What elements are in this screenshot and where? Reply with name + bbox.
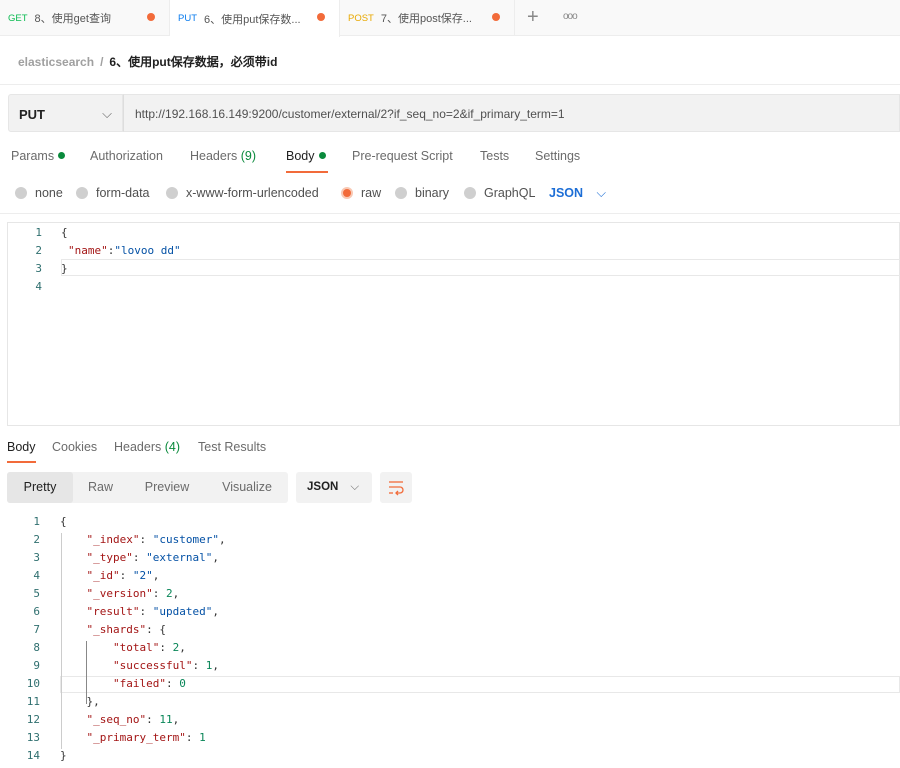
- code-line: "_primary_term": 1: [86, 731, 206, 744]
- tab-headers[interactable]: Headers (9): [190, 149, 256, 163]
- code-line: "_id": "2",: [86, 569, 160, 582]
- code-line: "result": "updated",: [86, 605, 219, 618]
- line-number: 2: [33, 533, 40, 546]
- line-number: 14: [26, 749, 40, 762]
- radio-none[interactable]: none: [15, 186, 63, 200]
- code-line: }: [60, 749, 67, 762]
- code-line: "failed": 0: [112, 677, 186, 690]
- line-number: 4: [35, 280, 42, 293]
- active-tab-indicator: [286, 171, 328, 173]
- wrap-icon: [389, 481, 404, 496]
- unsaved-dot-icon: [147, 13, 155, 21]
- code-line: "_shards": {: [86, 623, 166, 636]
- tab-title: 8、使用get查询: [34, 13, 111, 25]
- divider: [0, 84, 900, 85]
- breadcrumb-separator: /: [100, 55, 104, 69]
- body-language-select[interactable]: JSON ⌵: [549, 186, 606, 201]
- line-number: 2: [35, 244, 42, 257]
- code-line: }: [61, 262, 68, 275]
- active-tab-indicator: [7, 461, 36, 463]
- line-number: 13: [26, 731, 40, 744]
- chevron-down-icon: ⌵: [596, 186, 607, 200]
- line-number: 7: [33, 623, 40, 636]
- line-number: 6: [33, 605, 40, 618]
- unsaved-dot-icon: [317, 13, 325, 21]
- tab-body[interactable]: Body: [286, 149, 326, 163]
- response-view-switcher: Pretty Raw Preview Visualize: [7, 472, 288, 503]
- code-line: "_index": "customer",: [86, 533, 226, 546]
- radio-binary[interactable]: binary: [395, 186, 449, 200]
- line-number: 5: [33, 587, 40, 600]
- line-number: 11: [26, 695, 40, 708]
- code-line: },: [60, 695, 100, 708]
- active-line-highlight: [60, 676, 900, 693]
- chevron-down-icon: ⌵: [350, 481, 360, 493]
- response-tab-headers[interactable]: Headers (4): [114, 440, 180, 454]
- view-pretty[interactable]: Pretty: [7, 472, 73, 503]
- active-line-highlight: [61, 259, 900, 276]
- new-tab-button[interactable]: +: [527, 6, 539, 29]
- code-line: "_version": 2,: [86, 587, 180, 600]
- status-dot-icon: [318, 152, 326, 159]
- tab-settings[interactable]: Settings: [535, 149, 580, 163]
- tab-put-save[interactable]: PUT 6、使用put保存数...: [170, 0, 340, 37]
- tab-get-query[interactable]: GET 8、使用get查询: [0, 0, 170, 36]
- radio-raw[interactable]: raw: [341, 186, 381, 200]
- line-number: 4: [33, 569, 40, 582]
- tab-post-save[interactable]: POST 7、使用post保存...: [340, 0, 515, 36]
- radio-graphql[interactable]: GraphQL: [464, 186, 535, 200]
- code-line: "_seq_no": 11,: [86, 713, 180, 726]
- tab-params[interactable]: Params: [11, 149, 66, 163]
- divider: [0, 213, 900, 214]
- unsaved-dot-icon: [492, 13, 500, 21]
- line-number: 12: [26, 713, 40, 726]
- tab-title: 6、使用put保存数...: [204, 13, 301, 26]
- view-preview[interactable]: Preview: [133, 472, 201, 503]
- request-tab-bar: GET 8、使用get查询 PUT 6、使用put保存数... POST 7、使…: [0, 0, 900, 37]
- wrap-lines-button[interactable]: [380, 472, 412, 503]
- chevron-down-icon: ⌵: [102, 106, 112, 121]
- code-line: "successful": 1,: [112, 659, 219, 672]
- method-select[interactable]: PUT ⌵: [8, 94, 123, 132]
- code-line: {: [60, 515, 67, 528]
- response-format-select[interactable]: JSON ⌵: [296, 472, 372, 503]
- breadcrumb-request[interactable]: 6、使用put保存数据，必须带id: [109, 55, 277, 69]
- line-number: 1: [33, 515, 40, 528]
- line-number: 1: [35, 226, 42, 239]
- breadcrumb-collection[interactable]: elasticsearch: [18, 55, 94, 69]
- request-body-editor[interactable]: 1 2 3 4 { "name":"lovoo dd" }: [7, 222, 900, 426]
- line-number: 3: [35, 262, 42, 275]
- line-number: 8: [33, 641, 40, 654]
- headers-count: (9): [240, 149, 257, 163]
- tab-tests[interactable]: Tests: [480, 149, 509, 163]
- tab-method: PUT: [178, 13, 197, 24]
- tab-authorization[interactable]: Authorization: [90, 149, 163, 163]
- radio-form-data[interactable]: form-data: [76, 186, 150, 200]
- status-dot-icon: [58, 152, 66, 159]
- line-number: 3: [33, 551, 40, 564]
- line-number: 9: [33, 659, 40, 672]
- breadcrumb: elasticsearch / 6、使用put保存数据，必须带id: [18, 53, 277, 70]
- view-visualize[interactable]: Visualize: [213, 472, 281, 503]
- tab-title: 7、使用post保存...: [380, 13, 472, 25]
- more-tabs-icon[interactable]: ooo: [563, 11, 578, 22]
- line-number: 10: [26, 677, 40, 690]
- radio-urlencoded[interactable]: x-www-form-urlencoded: [166, 186, 319, 200]
- code-line: {: [61, 226, 68, 239]
- code-line: "total": 2,: [112, 641, 186, 654]
- tab-pre-request-script[interactable]: Pre-request Script: [352, 149, 453, 163]
- method-value: PUT: [19, 107, 45, 122]
- response-tab-body[interactable]: Body: [7, 440, 36, 454]
- response-tab-test-results[interactable]: Test Results: [198, 440, 266, 454]
- code-line: "_type": "external",: [86, 551, 219, 564]
- view-raw[interactable]: Raw: [73, 472, 128, 503]
- tab-method: POST: [348, 12, 374, 24]
- url-input[interactable]: http://192.168.16.149:9200/customer/exte…: [123, 94, 900, 132]
- code-line: "name":"lovoo dd": [68, 244, 181, 257]
- response-tab-cookies[interactable]: Cookies: [52, 440, 97, 454]
- tab-method: GET: [8, 12, 28, 24]
